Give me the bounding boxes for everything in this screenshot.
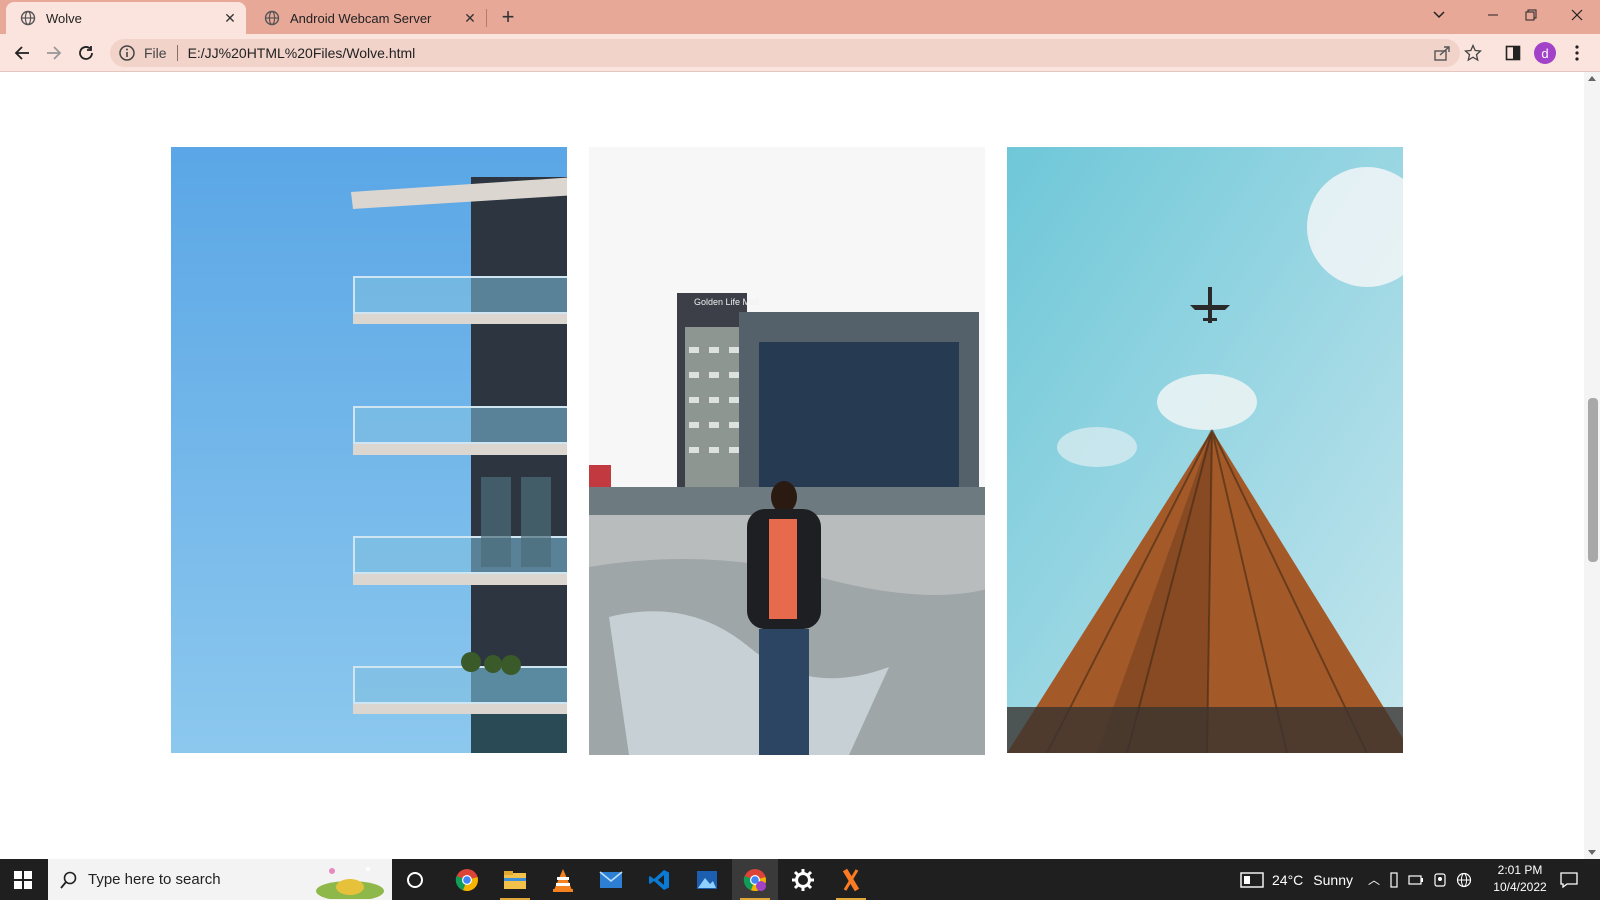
- url-text[interactable]: E:/JJ%20HTML%20Files/Wolve.html: [188, 45, 416, 61]
- file-explorer-icon: [504, 870, 526, 889]
- gallery-photo-skyscraper: [1007, 147, 1403, 753]
- network-globe-icon[interactable]: [1456, 872, 1472, 888]
- weather-condition: Sunny: [1313, 871, 1353, 888]
- tab-strip: Wolve ✕ Android Webcam Server ✕ +: [0, 0, 1600, 34]
- clock-date: 10/4/2022: [1493, 880, 1547, 894]
- side-panel-icon: [1505, 45, 1521, 61]
- reload-button[interactable]: [72, 39, 100, 67]
- tab-android-webcam[interactable]: Android Webcam Server ✕: [250, 2, 486, 34]
- new-tab-button[interactable]: +: [496, 5, 520, 29]
- windows-logo-icon: [14, 870, 32, 889]
- tab-separator: [486, 9, 487, 27]
- bookmark-button[interactable]: [1459, 39, 1487, 67]
- start-button[interactable]: [0, 859, 46, 900]
- taskbar-clock[interactable]: 2:01 PM 10/4/2022: [1480, 862, 1560, 896]
- chrome-profile-icon: [743, 868, 766, 891]
- scroll-up-arrow-icon[interactable]: [1588, 76, 1596, 81]
- scrollbar-thumb[interactable]: [1588, 398, 1598, 562]
- chevron-up-icon[interactable]: ︿: [1368, 871, 1380, 888]
- address-bar[interactable]: File E:/JJ%20HTML%20Files/Wolve.html: [110, 39, 1460, 67]
- system-tray: ︿: [1368, 859, 1472, 900]
- weather-temp: 24°C: [1272, 871, 1304, 888]
- notification-center-button[interactable]: [1560, 859, 1578, 900]
- gallery-photo-balconies: [171, 147, 567, 753]
- page-content: Golden Life Mall: [0, 72, 1584, 859]
- vlc-icon: [553, 868, 573, 892]
- scroll-down-arrow-icon[interactable]: [1588, 850, 1596, 855]
- star-icon: [1464, 44, 1482, 62]
- chrome-icon: [455, 868, 478, 891]
- mall-image: Golden Life Mall: [589, 147, 985, 755]
- arrow-left-icon: [14, 46, 29, 60]
- profile-button[interactable]: d: [1531, 39, 1559, 67]
- vscode-button[interactable]: [636, 859, 682, 900]
- clock-time: 2:01 PM: [1497, 863, 1543, 877]
- tab-title: Wolve: [46, 10, 82, 26]
- search-icon: [60, 871, 77, 889]
- notification-icon: [1560, 871, 1578, 888]
- close-icon: [1571, 9, 1583, 21]
- restore-icon: [1525, 9, 1537, 21]
- search-highlight-illustration-icon: [316, 867, 384, 899]
- mail-button[interactable]: [588, 859, 634, 900]
- info-icon[interactable]: [118, 44, 136, 62]
- photos-button[interactable]: [684, 859, 730, 900]
- cortana-button[interactable]: [392, 859, 438, 900]
- chrome-taskbar-button[interactable]: [444, 859, 490, 900]
- page-scrollbar[interactable]: [1584, 72, 1600, 859]
- settings-button[interactable]: [780, 859, 826, 900]
- taskbar-search-box[interactable]: Type here to search: [48, 859, 392, 900]
- photos-icon: [697, 870, 717, 889]
- address-divider: [176, 45, 178, 61]
- avatar: d: [1534, 42, 1556, 64]
- globe-icon: [264, 10, 280, 26]
- mall-sign-text: Golden Life Mall: [694, 297, 759, 307]
- menu-button[interactable]: [1563, 39, 1591, 67]
- tab-title: Android Webcam Server: [290, 10, 432, 26]
- balconies-image: [171, 147, 567, 753]
- share-icon: [1434, 46, 1450, 61]
- kebab-menu-icon: [1575, 45, 1579, 61]
- url-scheme-label: File: [144, 45, 167, 61]
- chrome-profile-button[interactable]: [732, 859, 778, 900]
- settings-icon: [792, 868, 814, 891]
- forward-button[interactable]: [40, 39, 68, 67]
- battery-icon[interactable]: [1408, 874, 1424, 886]
- side-panel-button[interactable]: [1499, 39, 1527, 67]
- close-tab-icon[interactable]: ✕: [220, 8, 240, 28]
- chevron-down-icon: [1433, 11, 1445, 19]
- xampp-button[interactable]: [828, 859, 874, 900]
- globe-icon: [20, 10, 36, 26]
- file-explorer-button[interactable]: [492, 859, 538, 900]
- close-window-button[interactable]: [1554, 0, 1600, 30]
- arrow-right-icon: [47, 46, 62, 60]
- weather-widget[interactable]: 24°C Sunny: [1240, 859, 1353, 900]
- windows-taskbar: Type here to search 24°C Sunny ︿ 2:01 PM…: [0, 859, 1600, 900]
- minimize-icon: [1488, 14, 1498, 16]
- webcam-icon[interactable]: [1433, 872, 1447, 887]
- mail-icon: [599, 870, 623, 888]
- search-placeholder: Type here to search: [88, 871, 221, 888]
- restore-button[interactable]: [1508, 0, 1554, 30]
- back-button[interactable]: [8, 39, 36, 67]
- xampp-icon: [842, 868, 860, 891]
- usb-device-icon[interactable]: [1389, 871, 1399, 888]
- tab-wolve[interactable]: Wolve ✕: [6, 2, 246, 34]
- close-tab-icon[interactable]: ✕: [460, 8, 480, 28]
- reload-icon: [79, 46, 93, 60]
- gallery-photo-mall: Golden Life Mall: [589, 147, 985, 755]
- browser-toolbar: File E:/JJ%20HTML%20Files/Wolve.html d: [0, 34, 1600, 72]
- vscode-icon: [649, 869, 669, 890]
- vlc-button[interactable]: [540, 859, 586, 900]
- skyscraper-image: [1007, 147, 1403, 753]
- share-button[interactable]: [1428, 39, 1456, 67]
- cortana-icon: [407, 871, 423, 888]
- weather-card-icon: [1240, 871, 1264, 888]
- tab-search-button[interactable]: [1424, 0, 1454, 30]
